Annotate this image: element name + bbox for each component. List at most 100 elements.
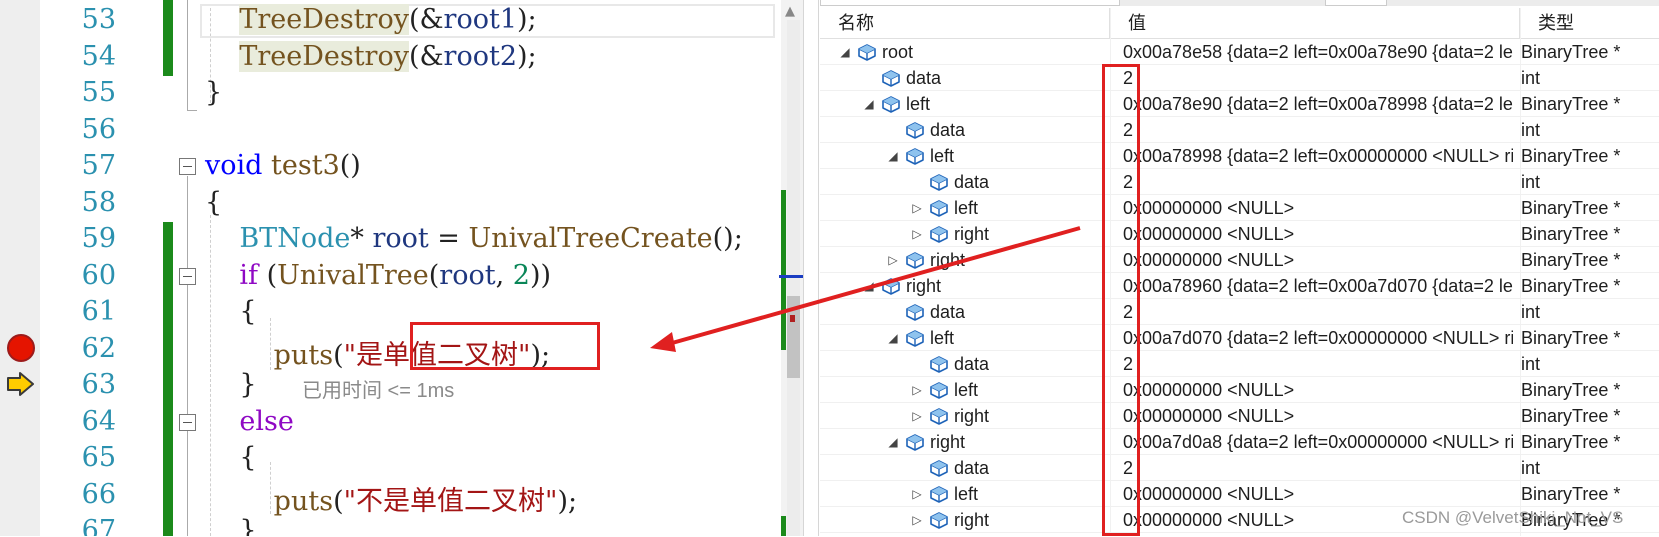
code-line[interactable]: if (UnivalTree(root, 2)) bbox=[205, 260, 551, 291]
code-line[interactable]: } bbox=[205, 515, 256, 536]
watch-value-cell[interactable]: 2 bbox=[1110, 169, 1513, 195]
code-line[interactable]: puts("不是单值二叉树"); bbox=[205, 479, 577, 518]
watch-row[interactable]: data 2 int bbox=[820, 117, 1659, 143]
breakpoint-margin[interactable] bbox=[0, 0, 40, 536]
watch-type-cell: BinaryTree * bbox=[1521, 380, 1621, 400]
watch-value-cell[interactable]: 0x00000000 <NULL> bbox=[1110, 195, 1513, 221]
watch-row[interactable]: ◢ left 0x00a78998 {data=2 left=0x00000000 … bbox=[820, 143, 1659, 169]
column-header-name[interactable]: 名称 bbox=[820, 8, 1110, 38]
watch-row[interactable]: ◢ left 0x00a7d070 {data=2 left=0x00000000 … bbox=[820, 325, 1659, 351]
watch-depth-box-edge[interactable] bbox=[1325, 0, 1387, 6]
watch-value-cell[interactable]: 2 bbox=[1110, 351, 1513, 377]
watch-row[interactable]: ◢ root 0x00a78e58 {data=2 left=0x00a78e90 … bbox=[820, 39, 1659, 65]
watch-value-cell[interactable]: 0x00a7d0a8 {data=2 left=0x00000000 <NULL… bbox=[1110, 429, 1513, 455]
triangle-expanded-icon[interactable]: ◢ bbox=[838, 39, 852, 65]
code-token: { bbox=[205, 442, 257, 473]
watch-value-cell[interactable]: 2 bbox=[1110, 299, 1513, 325]
collapse-toggle-if[interactable] bbox=[179, 268, 196, 285]
watch-row[interactable]: ◢ right 0x00a78960 {data=2 left=0x00a7d070… bbox=[820, 273, 1659, 299]
fold-line bbox=[187, 176, 188, 536]
watch-value-cell[interactable]: 0x00000000 <NULL> bbox=[1110, 481, 1513, 507]
code-line[interactable]: { bbox=[205, 187, 222, 218]
code-line[interactable]: } bbox=[205, 369, 256, 400]
watch-value-cell[interactable]: 2 bbox=[1110, 117, 1513, 143]
watch-value-cell[interactable]: 0x00a7d070 {data=2 left=0x00000000 <NULL… bbox=[1110, 325, 1513, 351]
triangle-collapsed-icon[interactable]: ▷ bbox=[910, 377, 924, 403]
column-header-type[interactable]: 类型 bbox=[1520, 8, 1659, 38]
code-line[interactable]: { bbox=[205, 442, 257, 473]
watch-row[interactable]: data 2 int bbox=[820, 65, 1659, 91]
watch-search-box-edge[interactable] bbox=[820, 0, 1120, 6]
watch-row[interactable]: ◢ right 0x00a7d0a8 {data=2 left=0x00000000… bbox=[820, 429, 1659, 455]
watch-row[interactable]: ▷ right 0x00000000 <NULL> BinaryTree * bbox=[820, 403, 1659, 429]
code-line[interactable]: BTNode* root = UnivalTreeCreate(); bbox=[205, 223, 742, 254]
watch-var-name: left bbox=[930, 328, 955, 348]
watch-row[interactable]: data 2 int bbox=[820, 299, 1659, 325]
triangle-collapsed-icon[interactable]: ▷ bbox=[910, 507, 924, 533]
triangle-collapsed-icon[interactable]: ▷ bbox=[886, 247, 900, 273]
line-number: 58 bbox=[81, 186, 116, 218]
editor-scroll-thumb[interactable] bbox=[787, 296, 800, 378]
triangle-expanded-icon[interactable]: ◢ bbox=[862, 273, 876, 299]
triangle-collapsed-icon[interactable]: ▷ bbox=[910, 221, 924, 247]
variable-cube-icon bbox=[928, 198, 950, 218]
code-token: if bbox=[239, 259, 258, 291]
watch-row[interactable]: ▷ left 0x00000000 <NULL> BinaryTree * bbox=[820, 377, 1659, 403]
code-token: puts bbox=[273, 485, 334, 517]
watch-value-cell[interactable]: 0x00a78960 {data=2 left=0x00a7d070 {data… bbox=[1110, 273, 1513, 299]
variable-cube-icon bbox=[928, 380, 950, 400]
change-bar bbox=[163, 0, 173, 76]
triangle-expanded-icon[interactable]: ◢ bbox=[862, 91, 876, 117]
code-token: ); bbox=[517, 4, 537, 35]
code-editor[interactable]: 53 54 55 56 57 58 59 60 61 62 63 64 65 66 67 TreeDestr… bbox=[0, 0, 812, 536]
code-token: BTNode bbox=[239, 223, 351, 254]
code-token: )) bbox=[529, 259, 552, 291]
watch-var-name: right bbox=[930, 250, 966, 270]
watch-value-cell[interactable]: 0x00000000 <NULL> bbox=[1110, 377, 1513, 403]
code-line[interactable]: else bbox=[205, 406, 293, 437]
watch-row[interactable]: data 2 int bbox=[820, 455, 1659, 481]
watch-row[interactable]: ▷ left 0x00000000 <NULL> BinaryTree * bbox=[820, 195, 1659, 221]
code-line[interactable]: TreeDestroy(&root1); bbox=[205, 4, 537, 35]
watch-value-cell[interactable]: 0x00a78e58 {data=2 left=0x00a78e90 {data… bbox=[1110, 39, 1513, 65]
watch-var-name: left bbox=[954, 380, 979, 400]
code-line[interactable]: { bbox=[205, 296, 256, 327]
code-token: { bbox=[205, 186, 223, 218]
code-line[interactable]: void test3() bbox=[205, 150, 361, 181]
watch-row[interactable]: data 2 int bbox=[820, 169, 1659, 195]
triangle-collapsed-icon[interactable]: ▷ bbox=[910, 403, 924, 429]
scroll-up-arrow-icon[interactable]: ▲ bbox=[785, 4, 795, 19]
watch-value-cell[interactable]: 0x00000000 <NULL> bbox=[1110, 221, 1513, 247]
watch-value-cell[interactable]: 0x00000000 <NULL> bbox=[1110, 403, 1513, 429]
watch-value-cell[interactable]: 0x00000000 <NULL> bbox=[1110, 247, 1513, 273]
watch-value-cell[interactable]: 2 bbox=[1110, 455, 1513, 481]
panel-splitter[interactable] bbox=[803, 0, 819, 536]
column-header-value[interactable]: 值 bbox=[1110, 8, 1520, 38]
code-line[interactable]: TreeDestroy(&root2); bbox=[205, 40, 537, 72]
watch-row[interactable]: ▷ right 0x00000000 <NULL> BinaryTree * bbox=[820, 247, 1659, 273]
code-token: ); bbox=[557, 485, 578, 517]
collapse-toggle-else[interactable] bbox=[179, 414, 196, 431]
editor-scroll-track[interactable] bbox=[787, 20, 800, 536]
watch-row[interactable]: ◢ left 0x00a78e90 {data=2 left=0x00a78998 … bbox=[820, 91, 1659, 117]
triangle-collapsed-icon[interactable]: ▷ bbox=[910, 481, 924, 507]
watch-value-cell[interactable]: 0x00a78998 {data=2 left=0x00000000 <NULL… bbox=[1110, 143, 1513, 169]
triangle-collapsed-icon[interactable]: ▷ bbox=[910, 195, 924, 221]
line-number-gutter: 53 54 55 56 57 58 59 60 61 62 63 64 65 66 67 bbox=[40, 0, 122, 536]
triangle-expanded-icon[interactable]: ◢ bbox=[886, 143, 900, 169]
code-line[interactable]: } bbox=[205, 77, 222, 108]
watch-row[interactable]: ▷ left 0x00000000 <NULL> BinaryTree * bbox=[820, 481, 1659, 507]
breakpoint-icon[interactable] bbox=[7, 334, 35, 362]
variable-cube-icon bbox=[904, 328, 926, 348]
watch-row[interactable]: ▷ right 0x00000000 <NULL> BinaryTree * bbox=[820, 221, 1659, 247]
watch-var-name: data bbox=[954, 172, 990, 192]
watch-value-cell[interactable]: 2 bbox=[1110, 65, 1513, 91]
watch-row[interactable]: data 2 int bbox=[820, 351, 1659, 377]
watch-type-cell: int bbox=[1521, 458, 1541, 478]
triangle-expanded-icon[interactable]: ◢ bbox=[886, 325, 900, 351]
triangle-expanded-icon[interactable]: ◢ bbox=[886, 429, 900, 455]
watch-value-cell[interactable]: 0x00a78e90 {data=2 left=0x00a78998 {data… bbox=[1110, 91, 1513, 117]
collapse-toggle-test3[interactable] bbox=[179, 158, 196, 175]
